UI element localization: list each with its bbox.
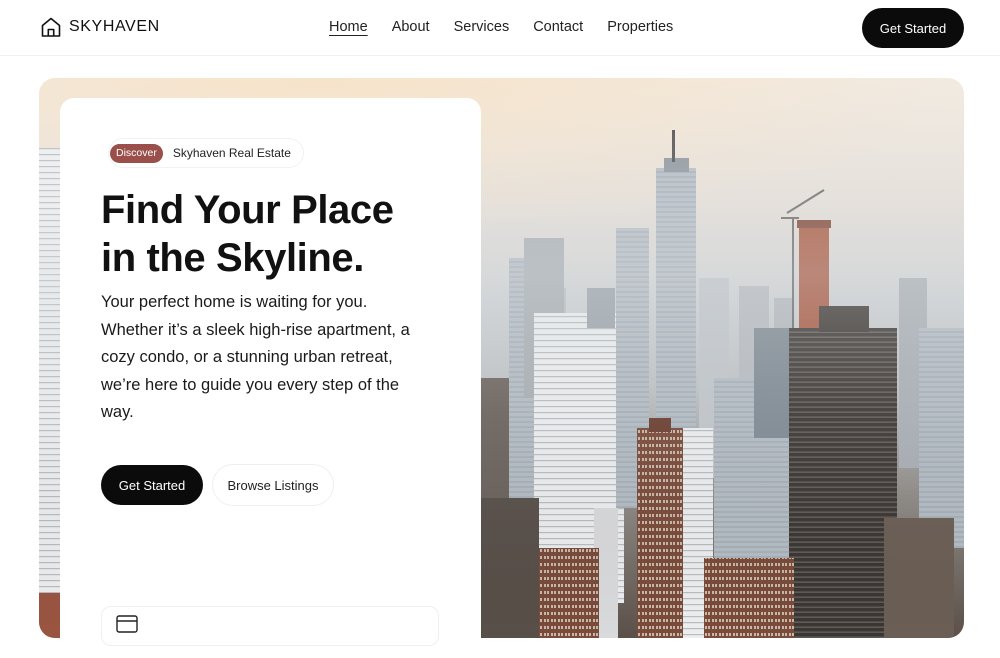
nav-home[interactable]: Home	[329, 19, 368, 35]
nav-services[interactable]: Services	[454, 19, 510, 35]
hero-title-line-2: in the Skyline.	[101, 236, 364, 280]
building-icon	[116, 614, 138, 638]
brand-name: SKYHAVEN	[69, 18, 160, 35]
main-nav: Home About Services Contact Properties	[329, 19, 673, 35]
hero-get-started-button[interactable]: Get Started	[101, 465, 203, 505]
feature-row	[101, 606, 439, 646]
hero-title-line-1: Find Your Place	[101, 188, 394, 232]
nav-properties[interactable]: Properties	[607, 19, 673, 35]
header-get-started-button[interactable]: Get Started	[862, 8, 964, 48]
hero-card: Discover Skyhaven Real Estate Find Your …	[60, 98, 481, 658]
home-icon	[40, 16, 62, 38]
discover-badge: Discover	[110, 143, 163, 163]
hero-title: Find Your Place in the Skyline.	[101, 186, 441, 282]
tag-pill: Discover Skyhaven Real Estate	[109, 139, 303, 167]
site-header: SKYHAVEN Home About Services Contact Pro…	[0, 0, 1000, 56]
brand-logo[interactable]: SKYHAVEN	[40, 16, 160, 38]
hero-description: Your perfect home is waiting for you. Wh…	[101, 293, 410, 421]
browse-listings-button[interactable]: Browse Listings	[213, 465, 333, 505]
nav-contact[interactable]: Contact	[533, 19, 583, 35]
nav-about[interactable]: About	[392, 19, 430, 35]
tagline: Skyhaven Real Estate	[172, 146, 291, 160]
